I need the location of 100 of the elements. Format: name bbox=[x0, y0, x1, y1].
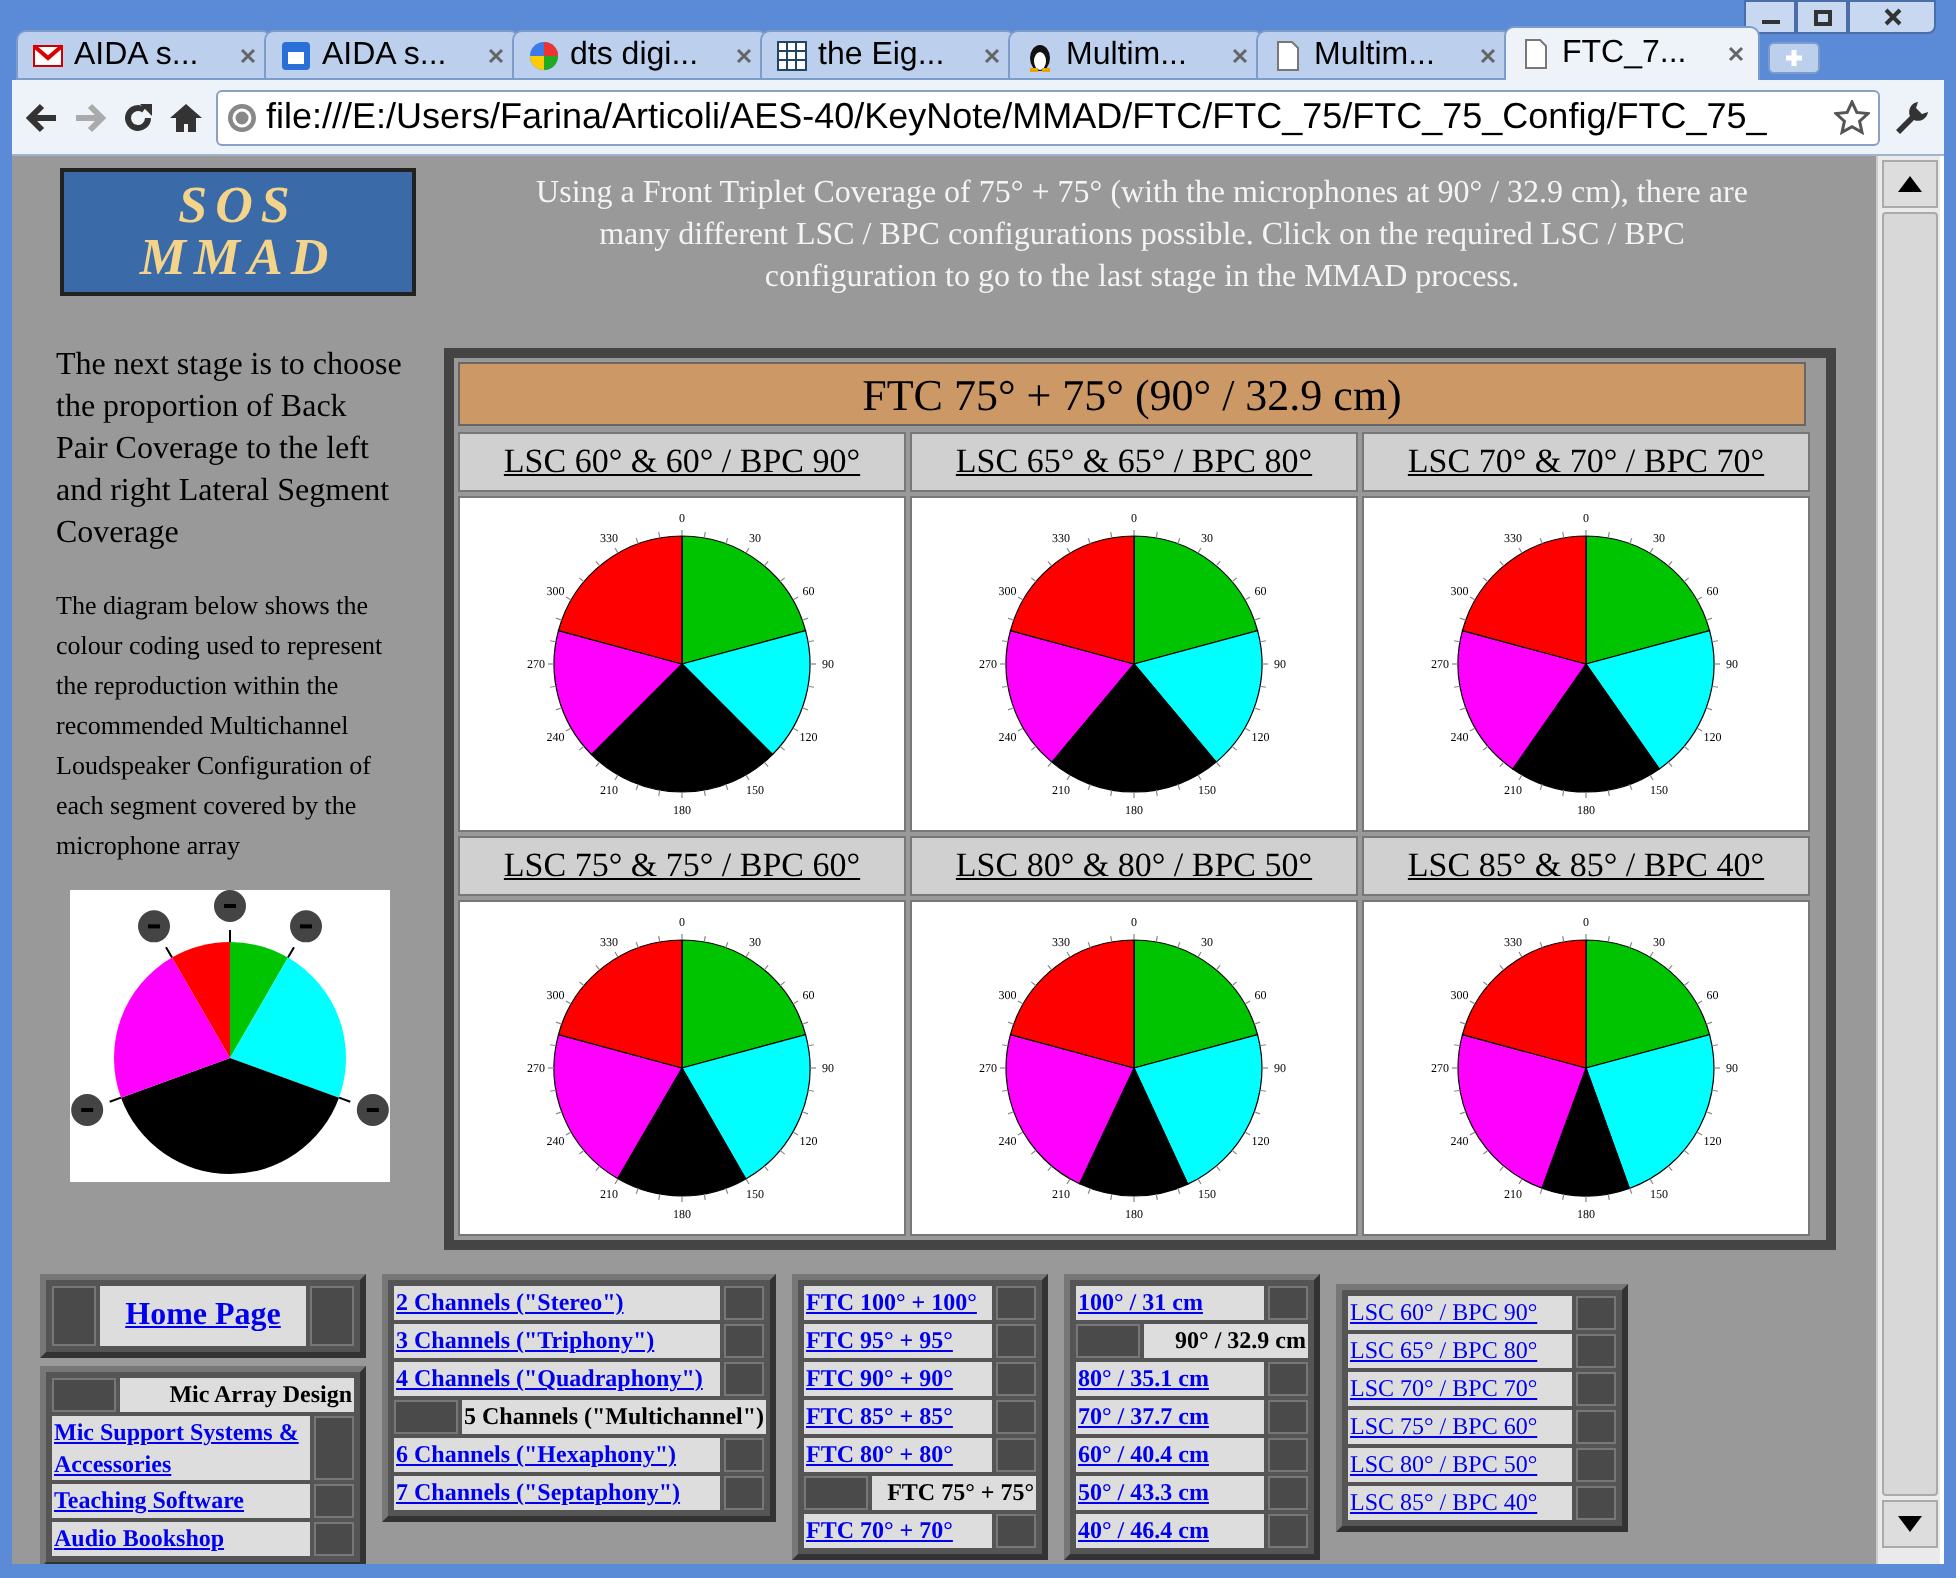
current-page-label: Mic Array Design bbox=[120, 1378, 354, 1412]
browser-tab[interactable]: FTC_7... bbox=[1504, 26, 1760, 80]
tab-label: Multim... bbox=[1314, 35, 1437, 75]
spacer-block bbox=[52, 1286, 96, 1346]
config-link[interactable]: LSC 85° & 85° / BPC 40° bbox=[1407, 840, 1765, 892]
spacer-block bbox=[1268, 1514, 1308, 1548]
nav-link[interactable]: Audio Bookshop bbox=[52, 1522, 310, 1556]
tab-label: dts digi... bbox=[570, 35, 701, 75]
address-field[interactable]: file:///E:/Users/Farina/Articoli/AES-40/KeyNote/MMAD/FTC/FTC_75/FTC_75_Config/FTC_75_ bbox=[216, 89, 1880, 145]
config-link[interactable]: LSC 65° & 65° / BPC 80° bbox=[955, 436, 1313, 488]
spacer-block bbox=[996, 1438, 1036, 1472]
page-icon bbox=[1272, 39, 1304, 71]
spacer-block bbox=[394, 1400, 458, 1434]
spacer-block bbox=[724, 1476, 764, 1510]
tab-label: AIDA s... bbox=[322, 35, 449, 75]
home-link[interactable]: Home Page bbox=[100, 1286, 306, 1346]
spacer-block bbox=[996, 1362, 1036, 1396]
nav-link[interactable]: Mic Support Systems & Accessories bbox=[52, 1416, 310, 1480]
nav-link[interactable]: Teaching Software bbox=[52, 1484, 310, 1518]
nav-link[interactable]: 7 Channels ("Septaphony") bbox=[394, 1476, 720, 1510]
reload-icon[interactable] bbox=[120, 99, 156, 135]
nav-link[interactable]: 6 Channels ("Hexaphony") bbox=[394, 1438, 720, 1472]
scrollbar[interactable] bbox=[1876, 156, 1940, 1564]
nav-link[interactable]: 100° / 31 cm bbox=[1076, 1286, 1264, 1320]
nav-link[interactable]: LSC 65° / BPC 80° bbox=[1348, 1334, 1572, 1368]
pie-slice bbox=[616, 1067, 747, 1197]
nav-link[interactable]: 50° / 43.3 cm bbox=[1076, 1476, 1264, 1510]
nav-link[interactable]: FTC 70° + 70° bbox=[804, 1514, 992, 1548]
wrench-icon[interactable] bbox=[1892, 97, 1932, 137]
logo-text: SOS bbox=[178, 180, 298, 232]
nav-link[interactable]: 60° / 40.4 cm bbox=[1076, 1438, 1264, 1472]
config-link[interactable]: LSC 60° & 60° / BPC 90° bbox=[503, 436, 861, 488]
spacer-block bbox=[1576, 1448, 1616, 1482]
browser-tab[interactable]: the Eig... bbox=[760, 30, 1016, 80]
pie-slice bbox=[1133, 535, 1259, 665]
spacer-block bbox=[1268, 1476, 1308, 1510]
calendar-icon bbox=[280, 39, 312, 71]
tab-label: AIDA s... bbox=[74, 35, 201, 75]
back-arrow-icon[interactable] bbox=[24, 101, 60, 133]
spacer-block bbox=[1268, 1362, 1308, 1396]
star-icon[interactable] bbox=[1834, 99, 1870, 135]
nav-link[interactable]: 2 Channels ("Stereo") bbox=[394, 1286, 720, 1320]
sidebar-heading: The next stage is to choose the proportion of Back Pair Coverage to the left and right Lateral Segment Coverage bbox=[56, 346, 404, 554]
config-link[interactable]: LSC 75° & 75° / BPC 60° bbox=[503, 840, 861, 892]
nav-link[interactable]: FTC 100° + 100° bbox=[804, 1286, 992, 1320]
spacer-block bbox=[996, 1400, 1036, 1434]
nav-link[interactable]: 70° / 37.7 cm bbox=[1076, 1400, 1264, 1434]
envelope-icon bbox=[32, 39, 64, 71]
spacer-block bbox=[1268, 1438, 1308, 1472]
url-text: file:///E:/Users/Farina/Articoli/AES-40/KeyNote/MMAD/FTC/FTC_75/FTC_75_Config/FTC_75_ bbox=[266, 94, 1769, 140]
grid-icon bbox=[776, 39, 808, 71]
current-page-label: 5 Channels ("Multichannel") bbox=[462, 1400, 767, 1434]
logo-text: MMAD bbox=[139, 232, 337, 284]
browser-tab[interactable]: AIDA s... bbox=[16, 30, 272, 80]
nav-link[interactable]: 3 Channels ("Triphony") bbox=[394, 1324, 720, 1358]
sidebar-text: The diagram below shows the colour coding used to represent the reproduction within the recommended Multichannel Loudspeaker Configuration of each segment covered by the microphone array bbox=[56, 588, 385, 864]
tab-label: FTC_7... bbox=[1562, 34, 1689, 74]
spacer-block bbox=[804, 1476, 868, 1510]
close-icon[interactable] bbox=[1848, 0, 1936, 34]
colored-circle-icon bbox=[528, 39, 560, 71]
penguin-icon bbox=[1024, 39, 1056, 71]
spacer-block bbox=[314, 1416, 354, 1480]
current-page-label: FTC 75° + 75° bbox=[872, 1476, 1036, 1510]
nav-link[interactable]: LSC 85° / BPC 40° bbox=[1348, 1486, 1572, 1520]
spacer-block bbox=[314, 1484, 354, 1518]
close-icon[interactable] bbox=[1728, 46, 1744, 62]
table-title: FTC 75° + 75° (90° / 32.9 cm) bbox=[458, 362, 1806, 426]
tab-label: the Eig... bbox=[818, 35, 947, 75]
config-link[interactable]: LSC 70° & 70° / BPC 70° bbox=[1407, 436, 1765, 488]
spacer-block bbox=[1576, 1372, 1616, 1406]
spacer-block bbox=[1576, 1486, 1616, 1520]
minimize-icon[interactable] bbox=[1744, 0, 1796, 34]
pie-slice bbox=[1078, 1067, 1189, 1197]
nav-link[interactable]: FTC 85° + 85° bbox=[804, 1400, 992, 1434]
browser-tab[interactable]: AIDA s... bbox=[264, 30, 520, 80]
scroll-thumb[interactable] bbox=[1881, 212, 1937, 1496]
spacer-block bbox=[1576, 1334, 1616, 1368]
spacer-block bbox=[1076, 1324, 1140, 1358]
nav-link[interactable]: FTC 95° + 95° bbox=[804, 1324, 992, 1358]
nav-link[interactable]: 40° / 46.4 cm bbox=[1076, 1514, 1264, 1548]
nav-link[interactable]: FTC 80° + 80° bbox=[804, 1438, 992, 1472]
nav-link[interactable]: FTC 90° + 90° bbox=[804, 1362, 992, 1396]
config-link[interactable]: LSC 80° & 80° / BPC 50° bbox=[955, 840, 1313, 892]
home-icon[interactable] bbox=[168, 99, 204, 135]
nav-link[interactable]: LSC 80° / BPC 50° bbox=[1348, 1448, 1572, 1482]
browser-tab[interactable]: dts digi... bbox=[512, 30, 768, 80]
spacer-block bbox=[314, 1522, 354, 1556]
nav-link[interactable]: LSC 60° / BPC 90° bbox=[1348, 1296, 1572, 1330]
nav-link[interactable]: 80° / 35.1 cm bbox=[1076, 1362, 1264, 1396]
maximize-icon[interactable] bbox=[1796, 0, 1848, 34]
nav-link[interactable]: LSC 70° / BPC 70° bbox=[1348, 1372, 1572, 1406]
pie-slice bbox=[1585, 939, 1711, 1069]
nav-link[interactable]: 4 Channels ("Quadraphony") bbox=[394, 1362, 720, 1396]
nav-link[interactable]: LSC 75° / BPC 60° bbox=[1348, 1410, 1572, 1444]
spacer-block bbox=[1576, 1296, 1616, 1330]
spacer-block bbox=[1268, 1286, 1308, 1320]
browser-tab[interactable]: Multim... bbox=[1008, 30, 1264, 80]
spacer-block bbox=[310, 1286, 354, 1346]
spacer-block bbox=[996, 1286, 1036, 1320]
tab-label: Multim... bbox=[1066, 35, 1189, 75]
